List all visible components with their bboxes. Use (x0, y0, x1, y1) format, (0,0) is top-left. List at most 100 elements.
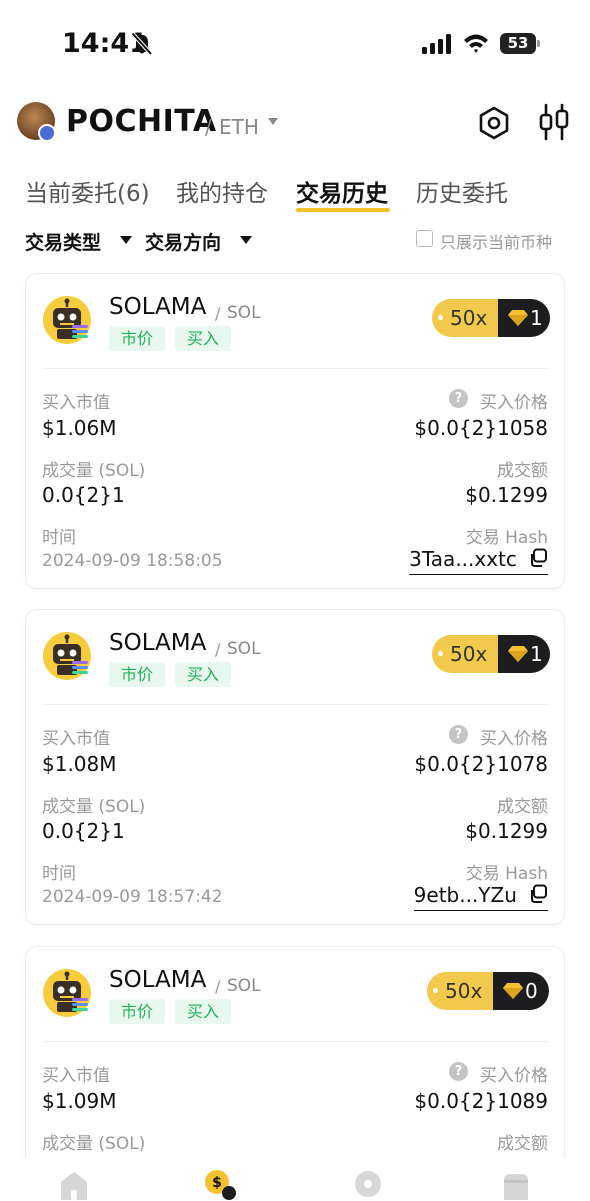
only-current-checkbox[interactable] (416, 230, 433, 247)
token-chain: SOL (227, 303, 261, 323)
token-chain: SOL (227, 976, 261, 996)
market-value: $1.08M (42, 752, 117, 776)
leverage-badge[interactable]: 50x 1 (432, 299, 550, 337)
card-divider (42, 704, 550, 705)
trade-time: 2024-09-09 18:57:42 (42, 887, 223, 907)
leverage-dot (433, 988, 438, 993)
market-value: $1.06M (42, 416, 117, 440)
copy-icon[interactable] (528, 884, 548, 904)
card-divider (42, 1041, 550, 1042)
token-separator: / (215, 977, 221, 996)
market-value-label: 买入市值 (42, 1066, 110, 1086)
token-separator: / (215, 304, 221, 323)
buy-price-label: 买入价格 (480, 1066, 548, 1086)
leverage-value-box: 50x (432, 299, 498, 337)
filter-sliders-icon[interactable] (537, 103, 571, 141)
trade-card: SOLAMA / SOL 市价 买入 50x 1 买入市值 ? 买入价格 $1.… (25, 609, 565, 925)
status-bar: 14:41 53 (0, 0, 590, 88)
leverage-dot (438, 315, 443, 320)
robot-token-icon (43, 632, 91, 680)
bottom-nav: $ (0, 1158, 590, 1201)
settings-hex-icon[interactable] (477, 106, 511, 140)
token-name: SOLAMA (109, 294, 207, 320)
trade-type-filter[interactable]: 交易类型 (25, 228, 101, 255)
caret-down-icon[interactable] (240, 236, 252, 244)
header: POCHITA / ETH (0, 96, 590, 152)
only-current-label[interactable]: 只展示当前币种 (440, 229, 552, 253)
market-value-label: 买入市值 (42, 393, 110, 413)
order-type-tag: 市价 (109, 999, 166, 1024)
help-icon[interactable]: ? (449, 725, 468, 744)
card-divider (42, 368, 550, 369)
tab-trade-history[interactable]: 交易历史 (296, 174, 388, 208)
tx-hash-label: 交易 Hash (465, 528, 548, 548)
market-value-label: 买入市值 (42, 729, 110, 749)
chevron-down-icon[interactable] (268, 118, 278, 125)
page-title[interactable]: POCHITA (66, 104, 217, 139)
time-label: 时间 (42, 528, 76, 548)
trade-time: 2024-09-09 18:58:05 (42, 551, 223, 571)
order-type-tag: 市价 (109, 326, 166, 351)
order-side-tag: 买入 (175, 662, 232, 687)
token-separator: / (215, 640, 221, 659)
market-value: $1.09M (42, 1089, 117, 1113)
token-name: SOLAMA (109, 630, 207, 656)
order-type-tag: 市价 (109, 662, 166, 687)
amount-label: 成交额 (497, 797, 548, 817)
leverage-dot (438, 651, 443, 656)
buy-price: $0.0{2}1089 (414, 1089, 548, 1113)
amount-value: $0.1299 (465, 819, 548, 843)
battery-level: 53 (500, 33, 536, 54)
tx-hash-link[interactable]: 9etb...YZu (413, 883, 548, 911)
copy-icon[interactable] (528, 548, 548, 568)
leverage-value-box: 50x (427, 972, 493, 1010)
filter-bar: 交易类型 交易方向 只展示当前币种 (0, 224, 590, 256)
tx-hash-label: 交易 Hash (465, 864, 548, 884)
chain-badge-icon (38, 124, 56, 142)
trade-direction-filter[interactable]: 交易方向 (145, 228, 221, 255)
tx-hash-value[interactable]: 9etb...YZu (414, 883, 517, 907)
chain-selector[interactable]: ETH (219, 115, 259, 139)
wallet-icon[interactable] (500, 1168, 532, 1200)
active-tab-indicator (296, 208, 390, 212)
gem-count: 1 (530, 306, 543, 330)
order-side-tag: 买入 (175, 326, 232, 351)
amount-value: $0.1299 (465, 483, 548, 507)
wifi-icon (464, 34, 488, 53)
signal-icon (422, 34, 451, 54)
token-name: SOLAMA (109, 967, 207, 993)
tab-bar: 当前委托(6) 我的持仓 交易历史 历史委托 (0, 170, 590, 214)
volume-label: 成交量 (SOL) (42, 1134, 146, 1154)
caret-down-icon[interactable] (120, 236, 132, 244)
gem-box: 1 (498, 635, 550, 673)
leverage-value: 50x (445, 979, 483, 1003)
help-icon[interactable]: ? (449, 389, 468, 408)
leverage-badge[interactable]: 50x 0 (427, 972, 549, 1010)
amount-label: 成交额 (497, 461, 548, 481)
amount-label: 成交额 (497, 1134, 548, 1154)
tab-order-history[interactable]: 历史委托 (416, 174, 508, 208)
battery-tip (537, 40, 540, 47)
gem-box: 1 (498, 299, 550, 337)
leverage-badge[interactable]: 50x 1 (432, 635, 550, 673)
leverage-value-box: 50x (432, 635, 498, 673)
gem-box: 0 (493, 972, 549, 1010)
discover-icon[interactable] (352, 1168, 384, 1200)
help-icon[interactable]: ? (449, 1062, 468, 1081)
header-separator: / (205, 115, 212, 139)
time-label: 时间 (42, 864, 76, 884)
token-chain: SOL (227, 639, 261, 659)
tab-current-orders[interactable]: 当前委托(6) (25, 174, 150, 208)
buy-price: $0.0{2}1058 (414, 416, 548, 440)
volume-value: 0.0{2}1 (42, 819, 125, 843)
volume-value: 0.0{2}1 (42, 483, 125, 507)
tx-hash-link[interactable]: 3Taa...xxtc (409, 547, 548, 575)
tab-my-positions[interactable]: 我的持仓 (176, 174, 268, 208)
gem-count: 0 (525, 979, 538, 1003)
tx-hash-value[interactable]: 3Taa...xxtc (409, 547, 517, 571)
svg-text:$: $ (212, 1175, 222, 1191)
home-icon[interactable] (58, 1168, 90, 1200)
leverage-value: 50x (450, 306, 488, 330)
volume-label: 成交量 (SOL) (42, 461, 146, 481)
trade-icon[interactable]: $ (204, 1168, 236, 1200)
